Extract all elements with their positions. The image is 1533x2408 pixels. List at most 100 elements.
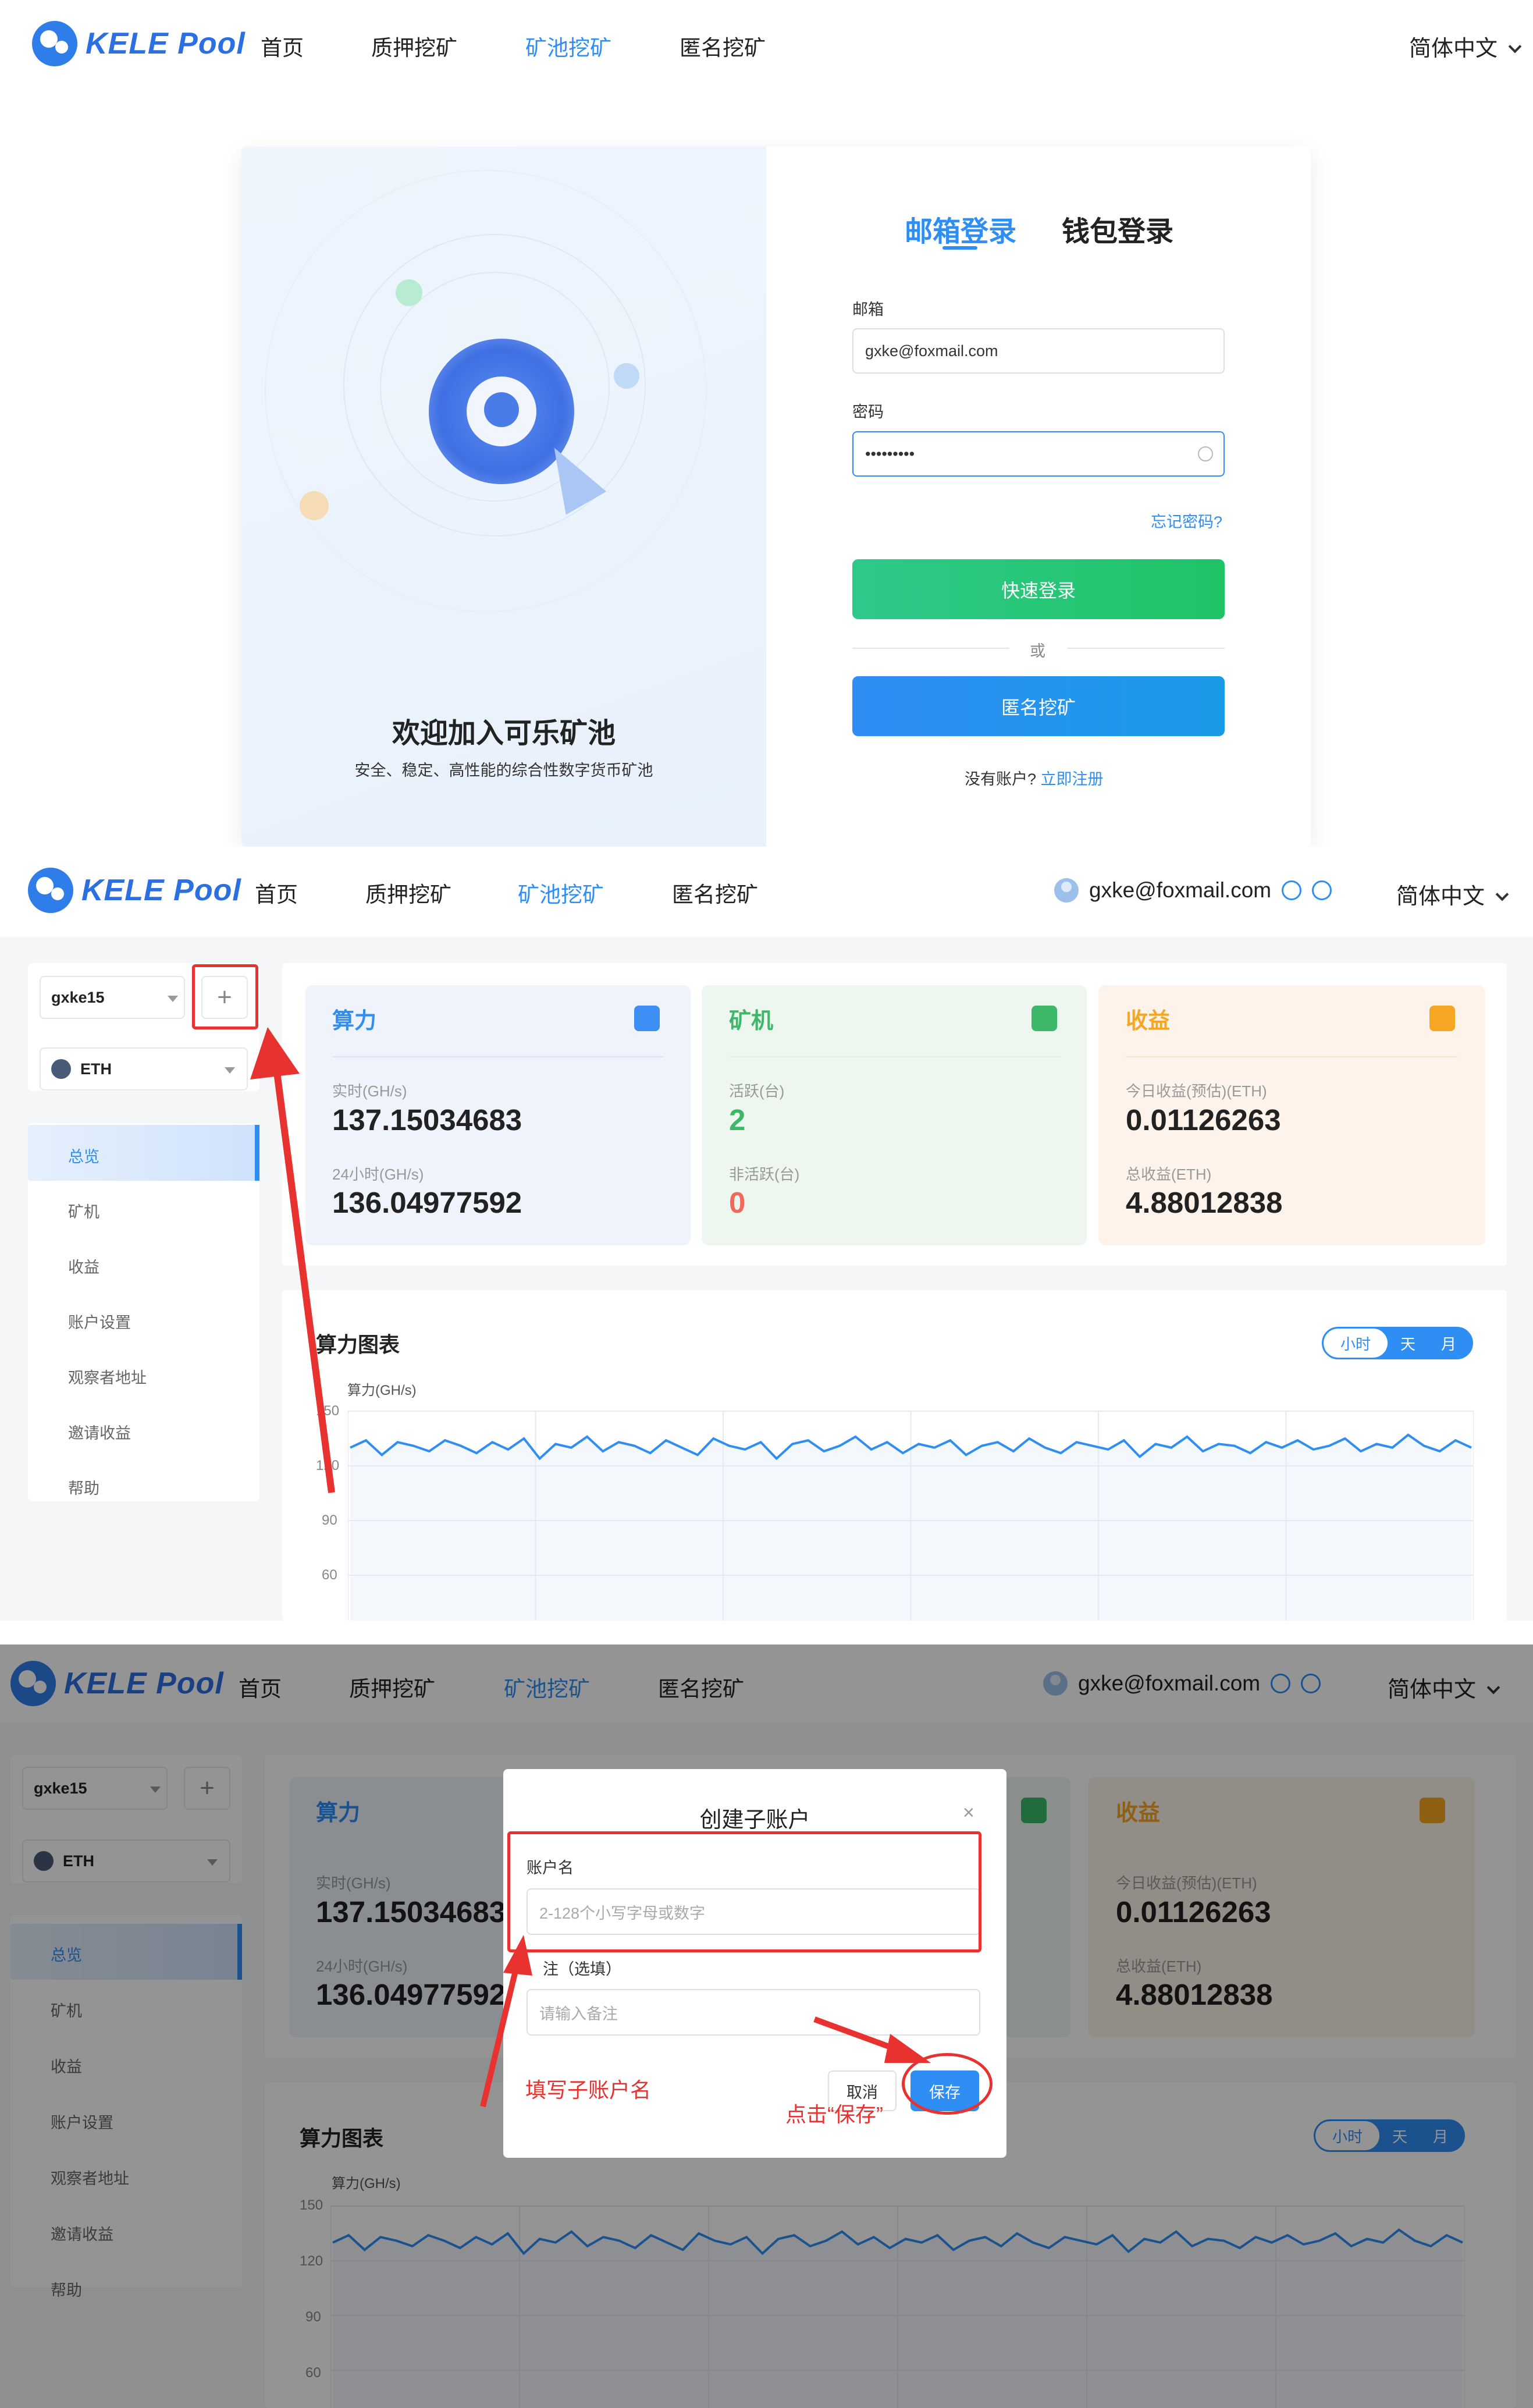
- highlight-box: [192, 964, 258, 1029]
- caret-down-icon: [225, 1067, 235, 1074]
- logo-icon: [32, 21, 77, 66]
- logo-icon: [28, 868, 73, 913]
- nav-staking[interactable]: 质押挖矿: [371, 30, 457, 62]
- divider: [729, 1056, 1061, 1057]
- litecoin-icon: [614, 363, 639, 389]
- language-label: 简体中文: [1409, 37, 1498, 61]
- nav-home[interactable]: 首页: [261, 30, 304, 62]
- nav-home[interactable]: 首页: [255, 877, 298, 908]
- active-miners-value: 2: [729, 1103, 746, 1136]
- nav-anon-mining[interactable]: 匿名挖矿: [672, 877, 758, 908]
- close-icon[interactable]: ×: [963, 1802, 974, 1824]
- no-account-text: 没有账户?: [965, 770, 1037, 788]
- nav-anon-mining[interactable]: 匿名挖矿: [680, 30, 766, 62]
- tab-wallet-login[interactable]: 钱包登录: [1062, 208, 1173, 249]
- password-field[interactable]: •••••••••: [852, 431, 1225, 477]
- dashboard-screen: KELE Pool 首页 质押挖矿 矿池挖矿 匿名挖矿 gxke@foxmail…: [0, 847, 1533, 1621]
- eth-icon: [51, 1059, 71, 1079]
- email-label: 邮箱: [852, 301, 884, 318]
- note-placeholder: 请输入备注: [539, 2005, 618, 2023]
- modal-title: 创建子账户: [699, 1808, 810, 1832]
- nav-pool-mining[interactable]: 矿池挖矿: [518, 877, 604, 908]
- hashrate-icon: [634, 1006, 660, 1031]
- active-miners-label: 活跃(台): [729, 1082, 785, 1100]
- earnings-title: 收益: [1126, 1009, 1171, 1033]
- tab-email-login[interactable]: 邮箱登录: [905, 208, 1016, 249]
- nav-pool-mining[interactable]: 矿池挖矿: [525, 30, 611, 62]
- logo[interactable]: KELE Pool: [28, 868, 241, 913]
- today-earnings-value: 0.01126263: [1126, 1103, 1281, 1136]
- chevron-down-icon: [1495, 887, 1509, 901]
- highlight-box: [507, 1831, 981, 1952]
- inactive-miners-value: 0: [729, 1186, 746, 1219]
- language-selector[interactable]: 简体中文: [1409, 30, 1522, 62]
- annotation-arrow: [480, 1935, 532, 2108]
- divider: [1068, 648, 1225, 649]
- logo-text: KELE Pool: [81, 873, 241, 907]
- anon-mining-button[interactable]: 匿名挖矿: [852, 676, 1225, 736]
- active-tab-indicator: [942, 246, 977, 250]
- sidebar-item-account-settings[interactable]: 账户设置: [68, 1310, 131, 1333]
- annotation-click-save: 点击“保存”: [785, 2102, 883, 2126]
- divider: [1126, 1056, 1457, 1057]
- language-selector[interactable]: 简体中文: [1396, 878, 1509, 910]
- copy-icon[interactable]: [1282, 880, 1302, 900]
- login-card: 欢迎加入可乐矿池 安全、稳定、高性能的综合性数字货币矿池: [241, 147, 1311, 847]
- password-label: 密码: [852, 403, 884, 421]
- bitcoin-icon: [396, 279, 422, 306]
- sidebar-item-overview[interactable]: 总览: [68, 1144, 99, 1167]
- top-nav: KELE Pool 首页 质押挖矿 矿池挖矿 匿名挖矿 简体中文: [0, 0, 1533, 90]
- forgot-password-link[interactable]: 忘记密码?: [1151, 509, 1222, 532]
- chevron-down-icon: [1508, 40, 1522, 54]
- logout-icon[interactable]: [1312, 880, 1332, 900]
- sidebar-item-observer[interactable]: 观察者地址: [68, 1365, 147, 1388]
- annotation-fill-name: 填写子账户名: [525, 2078, 652, 2102]
- menu-active-bg: [28, 1125, 259, 1181]
- clear-icon[interactable]: [1198, 446, 1213, 461]
- register-prompt: 没有账户? 立即注册: [965, 766, 1104, 789]
- sidebar-item-miners[interactable]: 矿机: [68, 1199, 99, 1222]
- welcome-title: 欢迎加入可乐矿池: [392, 718, 616, 749]
- email-value: gxke@foxmail.com: [865, 342, 998, 360]
- miner-icon: [1032, 1006, 1057, 1031]
- annotation-arrow: [250, 1027, 335, 1493]
- total-earnings-label: 总收益(ETH): [1126, 1166, 1212, 1183]
- password-value: •••••••••: [865, 445, 915, 463]
- logo[interactable]: KELE Pool: [32, 21, 246, 66]
- range-day[interactable]: 天: [1388, 1329, 1428, 1358]
- email-field[interactable]: gxke@foxmail.com: [852, 328, 1225, 374]
- range-hour[interactable]: 小时: [1324, 1329, 1388, 1358]
- sub-account-value: gxke15: [51, 988, 105, 1006]
- welcome-subtitle: 安全、稳定、高性能的综合性数字货币矿池: [354, 762, 653, 779]
- nav-staking[interactable]: 质押挖矿: [365, 877, 451, 908]
- divider: [852, 648, 1009, 649]
- hashrate-line-chart: [348, 1411, 1474, 1621]
- ethereum-icon: [300, 491, 329, 520]
- coin-select[interactable]: ETH: [40, 1047, 248, 1091]
- note-label: 注（选填）: [543, 1961, 621, 1978]
- caret-down-icon: [168, 996, 178, 1002]
- inactive-miners-label: 非活跃(台): [729, 1166, 800, 1183]
- y-tick: 90: [322, 1512, 337, 1528]
- quick-login-button[interactable]: 快速登录: [852, 559, 1225, 619]
- sub-account-select[interactable]: gxke15: [40, 976, 185, 1019]
- user-email: gxke@foxmail.com: [1089, 878, 1272, 902]
- today-earnings-label: 今日收益(预估)(ETH): [1126, 1082, 1267, 1100]
- login-screen: KELE Pool 首页 质押挖矿 矿池挖矿 匿名挖矿 简体中文 欢迎加入可乐矿…: [0, 0, 1533, 847]
- total-earnings-value: 4.88012838: [1126, 1186, 1283, 1219]
- or-text: 或: [1030, 642, 1045, 660]
- register-link[interactable]: 立即注册: [1041, 770, 1104, 788]
- range-toggle: 小时 天 月: [1322, 1327, 1473, 1359]
- annotation-arrow: [813, 2016, 931, 2063]
- sidebar-item-referral[interactable]: 邀请收益: [68, 1420, 131, 1443]
- range-month[interactable]: 月: [1428, 1329, 1469, 1358]
- top-nav: KELE Pool 首页 质押挖矿 矿池挖矿 匿名挖矿 gxke@foxmail…: [0, 847, 1533, 937]
- separator: [0, 1621, 1533, 1645]
- sidebar-item-earnings[interactable]: 收益: [68, 1255, 99, 1277]
- miners-title: 矿机: [729, 1009, 774, 1033]
- sidebar-item-help[interactable]: 帮助: [68, 1476, 99, 1498]
- user-menu[interactable]: gxke@foxmail.com: [1054, 878, 1332, 903]
- login-illustration-panel: 欢迎加入可乐矿池 安全、稳定、高性能的综合性数字货币矿池: [241, 147, 766, 847]
- y-tick: 60: [322, 1567, 337, 1583]
- earnings-icon: [1429, 1006, 1455, 1031]
